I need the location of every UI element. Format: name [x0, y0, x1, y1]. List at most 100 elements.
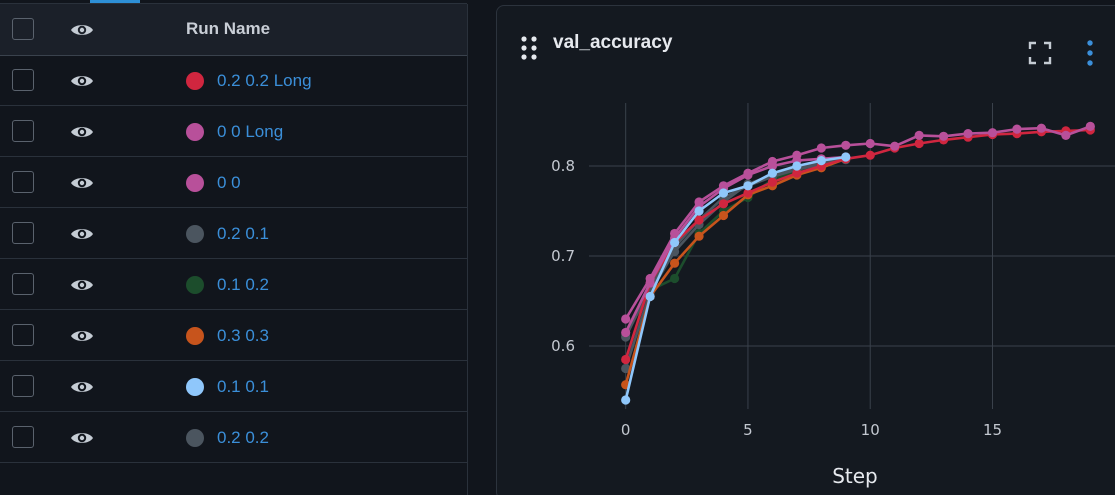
run-row[interactable]: 0.2 0.2 Long	[0, 56, 467, 106]
run-row[interactable]: 0.3 0.3	[0, 311, 467, 361]
run-row[interactable]: 0.1 0.1	[0, 362, 467, 412]
eye-icon[interactable]	[70, 73, 94, 89]
data-point	[621, 327, 631, 338]
data-point	[1036, 123, 1047, 133]
select-all-checkbox[interactable]	[12, 18, 34, 40]
chart-card: 0 5 10 15 0.6 0.7 0.8 Step val_accuracy	[496, 5, 1115, 495]
run-select-checkbox[interactable]	[12, 120, 34, 142]
series-line	[624, 155, 846, 334]
chart-svg: 0 5 10 15 0.6 0.7 0.8 Step	[551, 103, 1115, 488]
data-point	[816, 156, 826, 166]
run-row[interactable]: 0.1 0.2	[0, 260, 467, 310]
run-select-checkbox[interactable]	[12, 324, 34, 346]
data-point	[669, 258, 680, 268]
data-point	[865, 150, 875, 160]
x-axis-title: Step	[832, 464, 878, 488]
eye-icon[interactable]	[70, 379, 94, 395]
series-line	[624, 158, 847, 338]
run-name-link[interactable]: 0 0 Long	[217, 122, 283, 142]
data-point	[718, 199, 729, 209]
y-tick-label: 0.6	[551, 337, 575, 355]
run-name-link[interactable]: 0.1 0.1	[217, 377, 269, 397]
runs-table: Run Name 0.2 0.2 Long 0 0 Long 0 0 0.2 0.1 0…	[0, 4, 468, 495]
data-point	[865, 138, 875, 149]
run-name-link[interactable]: 0.2 0.2 Long	[217, 71, 312, 91]
data-point	[767, 156, 778, 167]
run-row[interactable]: 0.2 0.2	[0, 413, 467, 463]
eye-icon[interactable]	[70, 430, 94, 446]
run-select-checkbox[interactable]	[12, 69, 34, 91]
run-name-column-header[interactable]: Run Name	[186, 19, 270, 39]
run-color-swatch[interactable]	[186, 225, 204, 243]
data-point	[621, 314, 631, 324]
run-name-link[interactable]: 0.3 0.3	[217, 326, 269, 346]
run-color-swatch[interactable]	[186, 429, 204, 447]
data-point	[1012, 124, 1022, 134]
y-tick-label: 0.7	[551, 247, 575, 265]
data-point	[792, 150, 802, 160]
data-point	[841, 152, 851, 162]
data-point	[890, 141, 900, 151]
data-point	[743, 168, 753, 178]
eye-icon[interactable]	[70, 124, 94, 140]
data-point	[792, 161, 802, 171]
run-name-link[interactable]: 0 0	[217, 173, 241, 193]
eye-icon[interactable]	[70, 226, 94, 242]
run-color-swatch[interactable]	[186, 276, 204, 294]
data-point	[963, 129, 973, 139]
x-tick-label: 15	[983, 421, 1002, 439]
series-line	[624, 156, 847, 336]
runs-table-header: Run Name	[0, 4, 467, 56]
app-root: Run Name 0.2 0.2 Long 0 0 Long 0 0 0.2 0.1 0…	[0, 0, 1115, 495]
drag-handle-icon[interactable]	[521, 36, 537, 60]
data-point	[1061, 130, 1071, 140]
data-point	[694, 231, 704, 241]
run-select-checkbox[interactable]	[12, 273, 34, 295]
run-select-checkbox[interactable]	[12, 375, 34, 397]
fullscreen-icon[interactable]	[1028, 41, 1052, 65]
data-point	[718, 188, 729, 198]
eye-icon[interactable]	[70, 328, 94, 344]
eye-icon[interactable]	[70, 22, 94, 38]
data-point	[694, 197, 704, 207]
data-point	[621, 354, 631, 365]
data-point	[621, 395, 631, 405]
data-point	[767, 168, 778, 178]
run-name-link[interactable]: 0.1 0.2	[217, 275, 269, 295]
run-name-link[interactable]: 0.2 0.1	[217, 224, 269, 244]
y-tick-label: 0.8	[551, 157, 575, 175]
run-row[interactable]: 0.2 0.1	[0, 209, 467, 259]
run-color-swatch[interactable]	[186, 327, 204, 345]
run-row[interactable]: 0 0 Long	[0, 107, 467, 157]
data-point	[987, 128, 998, 138]
data-point	[1085, 121, 1095, 131]
run-color-swatch[interactable]	[186, 378, 204, 396]
data-point	[743, 181, 753, 191]
run-row[interactable]: 0 0	[0, 158, 467, 208]
series-line	[624, 128, 1091, 360]
run-color-swatch[interactable]	[186, 174, 204, 192]
eye-icon[interactable]	[70, 175, 94, 191]
run-color-swatch[interactable]	[186, 123, 204, 141]
data-point	[914, 130, 924, 140]
data-point	[669, 237, 680, 248]
x-tick-label: 5	[743, 421, 753, 439]
run-select-checkbox[interactable]	[12, 426, 34, 448]
data-point	[841, 140, 851, 150]
kebab-menu-icon[interactable]	[1087, 40, 1093, 66]
data-point	[645, 273, 655, 284]
x-tick-label: 10	[861, 421, 880, 439]
x-tick-label: 0	[621, 421, 631, 439]
data-point	[938, 131, 949, 141]
run-name-link[interactable]: 0.2 0.2	[217, 428, 269, 448]
run-select-checkbox[interactable]	[12, 171, 34, 193]
data-point	[694, 206, 704, 216]
run-color-swatch[interactable]	[186, 72, 204, 90]
data-point	[645, 291, 655, 302]
data-point	[718, 210, 729, 221]
eye-icon[interactable]	[70, 277, 94, 293]
chart-title: val_accuracy	[553, 32, 673, 53]
run-select-checkbox[interactable]	[12, 222, 34, 244]
data-point	[669, 273, 680, 284]
data-point	[767, 177, 778, 187]
